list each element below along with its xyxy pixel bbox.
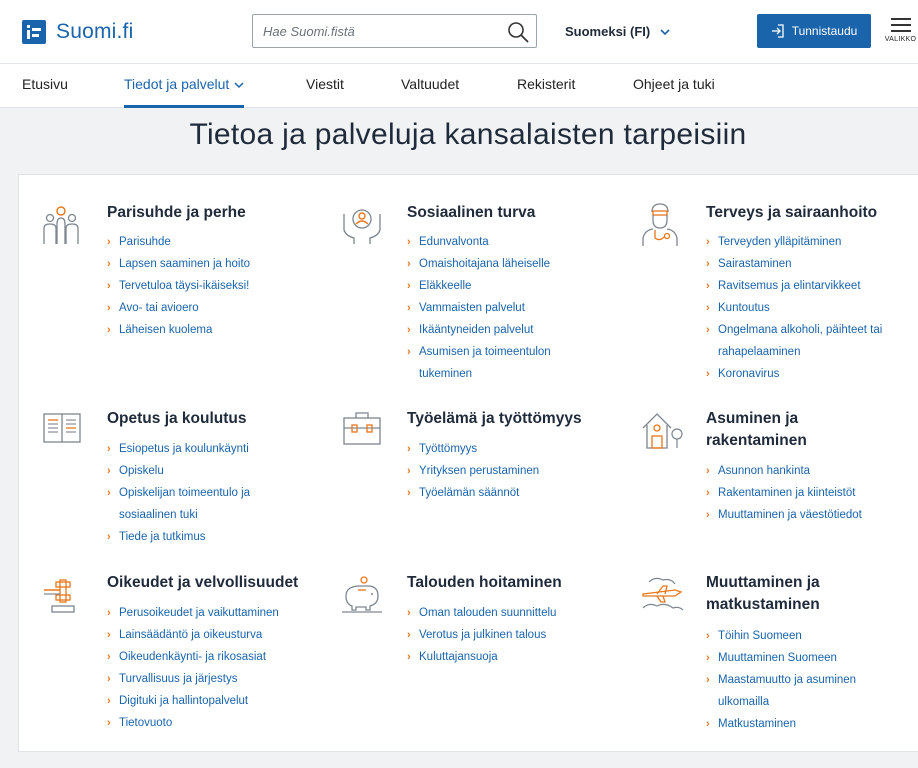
category-links: › Töihin Suomeen › Muuttaminen Suomeen › Ma… [706, 625, 856, 735]
category-link[interactable]: › Oikeudenkäynti- ja rikosasiat [107, 646, 279, 668]
category-title[interactable]: Asuminen ja rakentaminen [706, 408, 807, 452]
category-link[interactable]: › Rakentaminen ja kiinteistöt [706, 482, 862, 504]
search-input[interactable] [253, 15, 493, 47]
house-icon [642, 413, 683, 449]
category-title[interactable]: Terveys ja sairaanhoito [706, 202, 877, 224]
category-link[interactable]: › Digituki ja hallintopalvelut [107, 690, 279, 712]
search-icon[interactable] [506, 20, 530, 44]
login-icon [771, 24, 784, 38]
login-label: Tunnistaudu [791, 24, 858, 38]
category-link[interactable]: › Maastamuutto ja asuminen ulkomailla [706, 669, 856, 713]
category-title[interactable]: Sosiaalinen turva [407, 202, 535, 224]
category-link[interactable]: › Työttömyys [407, 438, 539, 460]
category-link[interactable]: › Yrityksen perustaminen [407, 460, 539, 482]
category-link[interactable]: › Turvallisuus ja järjestys [107, 668, 279, 690]
category-link[interactable]: › Lapsen saaminen ja hoito [107, 253, 250, 275]
category-link[interactable]: › Perusoikeudet ja vaikuttaminen [107, 602, 279, 624]
menu-label: VALIKKO [884, 36, 917, 43]
category-link[interactable]: › Töihin Suomeen [706, 625, 856, 647]
chevron-down-icon [660, 28, 670, 35]
logo-text: Suomi.fi [56, 20, 134, 43]
category-link[interactable]: › Ikääntyneiden palvelut [407, 319, 551, 341]
book-icon [43, 413, 81, 443]
doctor-icon [642, 203, 678, 246]
menu-button[interactable]: VALIKKO [883, 14, 918, 54]
social-security-icon [343, 209, 381, 244]
category-title[interactable]: Opetus ja koulutus [107, 408, 247, 430]
top-header: Suomi.fi Suomeksi (FI) Tunnistaudu VALIK… [0, 0, 918, 64]
category-link[interactable]: › Vammaisten palvelut [407, 297, 551, 319]
nav-item-ohjeet-ja-tuki[interactable]: Ohjeet ja tuki [633, 76, 715, 108]
category-link[interactable]: › Läheisen kuolema [107, 319, 250, 341]
category-link[interactable]: › Edunvalvonta [407, 231, 551, 253]
category-link[interactable]: › Avo- tai avioero [107, 297, 250, 319]
site-logo[interactable]: Suomi.fi [22, 20, 133, 44]
category-link[interactable]: › Sairastaminen [706, 253, 882, 275]
nav-item-tiedot-ja-palvelut[interactable]: Tiedot ja palvelut [124, 76, 245, 108]
category-link[interactable]: › Matkustaminen [706, 713, 856, 735]
chevron-down-icon [234, 82, 244, 89]
category-link[interactable]: › Opiskelijan toimeentulo ja sosiaalinen t… [107, 482, 250, 526]
category-link[interactable]: › Tervetuloa täysi-ikäiseksi! [107, 275, 250, 297]
category-link[interactable]: › Asunnon hankinta [706, 460, 862, 482]
category-links: › Terveyden ylläpitäminen › Sairastaminen … [706, 231, 882, 385]
language-selector[interactable]: Suomeksi (FI) [565, 24, 670, 39]
category-link[interactable]: › Esiopetus ja koulunkäynti [107, 438, 250, 460]
category-link[interactable]: › Ongelmana alkoholi, päihteet tai rahapel… [706, 319, 882, 363]
login-button[interactable]: Tunnistaudu [757, 14, 871, 48]
category-links: › Perusoikeudet ja vaikuttaminen › Lainsää… [107, 602, 279, 734]
nav-item-etusivu[interactable]: Etusivu [22, 76, 68, 108]
category-link[interactable]: › Kuluttajansuoja [407, 646, 556, 668]
logo-mark-icon [22, 20, 46, 44]
category-link[interactable]: › Kuntoutus [706, 297, 882, 319]
category-link[interactable]: › Terveyden ylläpitäminen [706, 231, 882, 253]
category-title[interactable]: Muuttaminen ja matkustaminen [706, 572, 820, 616]
nav-item-rekisterit[interactable]: Rekisterit [517, 76, 575, 108]
category-links: › Edunvalvonta › Omaishoitajana läheiselle… [407, 231, 551, 385]
nav-item-viestit[interactable]: Viestit [306, 76, 344, 108]
category-link[interactable]: › Parisuhde [107, 231, 250, 253]
language-label: Suomeksi (FI) [565, 24, 651, 39]
gavel-icon [44, 579, 75, 613]
main-navigation: Etusivu Tiedot ja palvelut Viestit Valtu… [0, 64, 918, 108]
category-link[interactable]: › Tiede ja tutkimus [107, 526, 250, 548]
category-title[interactable]: Työelämä ja työttömyys [407, 408, 582, 430]
category-link[interactable]: › Tietovuoto [107, 712, 279, 734]
category-title[interactable]: Oikeudet ja velvollisuudet [107, 572, 298, 594]
category-link[interactable]: › Työelämän säännöt [407, 482, 539, 504]
category-link[interactable]: › Oman talouden suunnittelu [407, 602, 556, 624]
category-link[interactable]: › Lainsäädäntö ja oikeusturva [107, 624, 279, 646]
hamburger-icon [883, 18, 918, 32]
page-title: Tietoa ja palveluja kansalaisten tarpeis… [189, 118, 747, 151]
category-link[interactable]: › Eläkkeelle [407, 275, 551, 297]
briefcase-icon [343, 412, 381, 445]
category-title[interactable]: Talouden hoitaminen [407, 572, 562, 594]
category-link[interactable]: › Asumisen ja toimeentulon tukeminen [407, 341, 551, 385]
category-title[interactable]: Parisuhde ja perhe [107, 202, 246, 224]
piggy-bank-icon [342, 576, 382, 613]
category-link[interactable]: › Ravitsemus ja elintarvikkeet [706, 275, 882, 297]
category-link[interactable]: › Muuttaminen ja väestötiedot [706, 504, 862, 526]
category-links: › Oman talouden suunnittelu › Verotus ja j… [407, 602, 556, 668]
category-link[interactable]: › Verotus ja julkinen talous [407, 624, 556, 646]
category-link[interactable]: › Muuttaminen Suomeen [706, 647, 856, 669]
search-box [252, 14, 537, 48]
category-links: › Parisuhde › Lapsen saaminen ja hoito › Te… [107, 231, 250, 341]
category-links: › Asunnon hankinta › Rakentaminen ja kiint… [706, 460, 862, 526]
category-link[interactable]: › Opiskelu [107, 460, 250, 482]
category-link[interactable]: › Omaishoitajana läheiselle [407, 253, 551, 275]
airplane-icon [642, 577, 684, 611]
category-link[interactable]: › Koronavirus [706, 363, 882, 385]
category-links: › Esiopetus ja koulunkäynti › Opiskelu › Op… [107, 438, 250, 548]
category-links: › Työttömyys › Yrityksen perustaminen › Työ… [407, 438, 539, 504]
family-icon [43, 206, 79, 244]
nav-item-valtuudet[interactable]: Valtuudet [401, 76, 459, 108]
